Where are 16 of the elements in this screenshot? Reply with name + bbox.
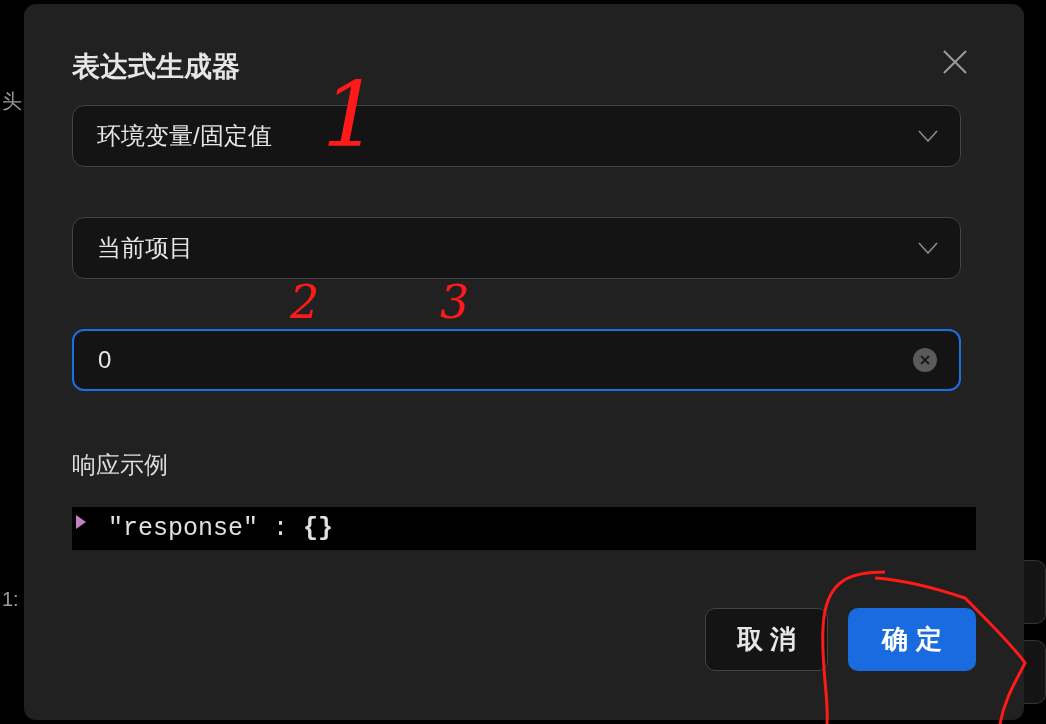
- chevron-down-icon: [918, 242, 938, 254]
- input-field[interactable]: 0: [72, 329, 961, 391]
- close-icon[interactable]: [943, 50, 967, 74]
- select-field[interactable]: 当前项目: [72, 217, 961, 279]
- annotation-number: 2: [290, 279, 320, 325]
- code-line: "response" : {}: [108, 514, 334, 543]
- section-label: 响应示例: [72, 450, 168, 480]
- expand-triangle-icon[interactable]: [76, 515, 86, 529]
- annotation-number: 3: [440, 279, 470, 325]
- confirm-button[interactable]: 确 定: [848, 608, 976, 671]
- background-label: 头: [2, 89, 22, 114]
- cancel-button[interactable]: 取 消: [705, 608, 828, 671]
- clear-icon[interactable]: [913, 348, 937, 372]
- dialog-title: 表达式生成器: [72, 50, 240, 84]
- background-label: 1:: [2, 588, 19, 611]
- chevron-down-icon: [918, 130, 938, 142]
